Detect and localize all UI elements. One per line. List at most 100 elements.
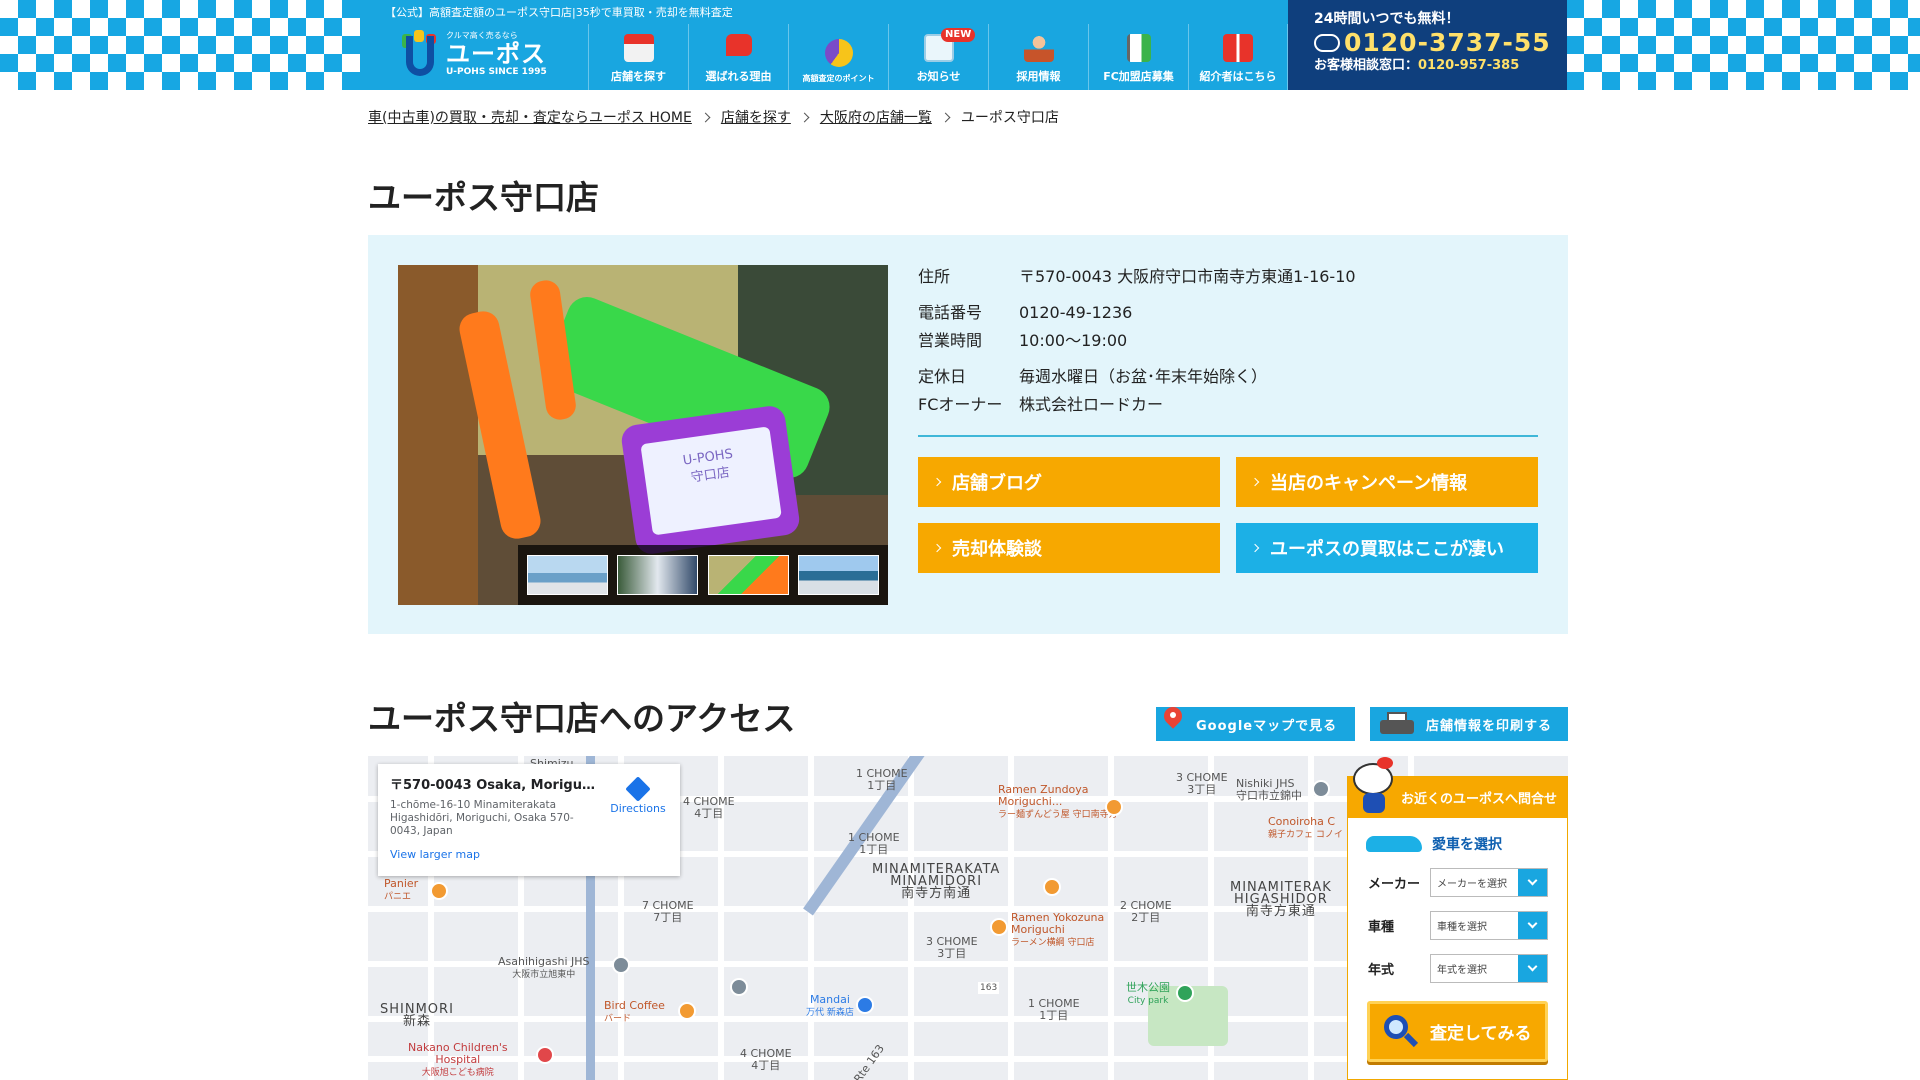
nav-label: FC加盟店募集 — [1103, 70, 1174, 83]
header-tagline: 【公式】高額査定額のユーポス守口店|35秒で車買取・売却を無料査定 — [385, 6, 733, 19]
thumbnail[interactable] — [526, 555, 608, 595]
chevron-right-icon — [799, 112, 810, 122]
nav-label: 高額査定のポイント — [802, 74, 875, 83]
thumbnail[interactable] — [707, 555, 789, 595]
nav-item-appraisal-points[interactable]: 高額査定のポイント — [788, 24, 888, 90]
speech-bubble-icon — [725, 34, 752, 56]
hello-kitty-mascot — [1353, 757, 1397, 815]
cafe-icon — [678, 1002, 696, 1020]
appraise-button[interactable]: 査定してみる — [1367, 1001, 1548, 1062]
upohs-strengths-button[interactable]: ユーポスの買取はここが凄い — [1236, 523, 1538, 573]
flag-icon — [1126, 34, 1151, 62]
photo-thumbnails — [518, 545, 888, 605]
nav-item-find-store[interactable]: 店舗を探す — [588, 24, 688, 90]
map-pin-icon — [1160, 703, 1186, 733]
chevron-right-icon — [932, 477, 942, 487]
page-title: ユーポス守口店 — [368, 178, 599, 217]
nav-label: 採用情報 — [1016, 70, 1061, 83]
model-select[interactable]: 車種を選択 — [1430, 911, 1548, 940]
breadcrumb-home[interactable]: 車(中古車)の買取・売却・査定ならユーポス HOME — [368, 107, 692, 127]
drawing-board: U-POHS 守口店 — [619, 404, 802, 556]
breadcrumb: 車(中古車)の買取・売却・査定ならユーポス HOME 店舗を探す 大阪府の店舗一… — [368, 107, 1059, 127]
recruit-icon — [1023, 34, 1054, 62]
phone-number: 0120-3737-55 — [1344, 28, 1551, 57]
chevron-right-icon — [1250, 477, 1260, 487]
view-larger-map-link[interactable]: View larger map — [390, 848, 668, 861]
car-icon — [1366, 836, 1422, 852]
map-card-address: 1-chōme-16-10 Minamiterakata Higashidōri… — [390, 799, 574, 837]
store-details: 住所 〒570-0043 大阪府守口市南寺方東通1-16-10 電話番号 012… — [918, 265, 1538, 415]
widget-subtitle: 愛車を選択 — [1432, 837, 1502, 853]
chevron-down-icon — [1518, 912, 1547, 939]
breadcrumb-find-store[interactable]: 店舗を探す — [721, 107, 791, 127]
access-title: ユーポス守口店へのアクセス — [368, 699, 796, 738]
print-store-info-button[interactable]: 店舗情報を印刷する — [1370, 707, 1568, 741]
site-header: 【公式】高額査定額のユーポス守口店|35秒で車買取・売却を無料査定 クルマ高く売… — [0, 0, 1920, 90]
shopping-icon — [856, 996, 874, 1014]
freedial-icon — [1314, 34, 1340, 52]
chevron-right-icon — [932, 543, 942, 553]
school-icon — [730, 978, 748, 996]
detail-fc-owner: FCオーナー 株式会社ロードカー — [918, 395, 1164, 414]
store-info-panel: U-POHS 守口店 住所 〒570-0043 大阪府守口市南寺方東通1-16-… — [368, 235, 1568, 634]
logo-mark-icon — [402, 30, 440, 78]
maker-row: メーカー メーカーを選択 — [1368, 868, 1567, 897]
nav-label: 選ばれる理由 — [705, 70, 772, 83]
thumbnail[interactable] — [617, 555, 699, 595]
magnifier-icon — [1382, 1013, 1420, 1051]
store-icon — [623, 34, 654, 62]
hospital-icon — [536, 1046, 554, 1064]
appraisal-widget: お近くのユーポスへ問合せ 愛車を選択 メーカー メーカーを選択 車種 車種を選択… — [1347, 757, 1568, 1080]
detail-hours: 営業時間 10:00〜19:00 — [918, 331, 1128, 350]
phone-sub-label: お客様相談窓口： — [1314, 58, 1419, 73]
restaurant-icon — [1043, 878, 1061, 896]
logo-since: U-POHS SINCE 1995 — [446, 66, 547, 77]
breadcrumb-current: ユーポス守口店 — [960, 110, 1059, 126]
phone-box[interactable]: 24時間いつでも無料！ 0120-3737-55 お客様相談窓口：0120-95… — [1288, 0, 1567, 90]
chevron-right-icon — [700, 112, 711, 122]
phone-top: 24時間いつでも無料！ — [1314, 11, 1460, 27]
maker-select[interactable]: メーカーを選択 — [1430, 868, 1548, 897]
site-logo[interactable]: クルマ高く売るなら ユーポス U-POHS SINCE 1995 — [402, 26, 562, 82]
directions-button[interactable]: Directions — [608, 776, 668, 815]
nav-item-news[interactable]: NEW お知らせ — [888, 24, 988, 90]
school-icon — [1312, 780, 1330, 798]
campaign-button[interactable]: 当店のキャンペーン情報 — [1236, 457, 1538, 507]
logo-main: ユーポス — [446, 39, 546, 68]
store-photo[interactable]: U-POHS 守口店 — [398, 265, 888, 605]
nav-label: 店舗を探す — [611, 70, 666, 83]
store-blog-button[interactable]: 店舗ブログ — [918, 457, 1220, 507]
nav-item-fc-recruit[interactable]: FC加盟店募集 — [1088, 24, 1188, 90]
chevron-down-icon — [1518, 955, 1547, 982]
breadcrumb-osaka-list[interactable]: 大阪府の店舗一覧 — [820, 107, 932, 127]
google-maps-button[interactable]: Googleマップで見る — [1156, 703, 1355, 741]
map-info-card: 〒570-0043 Osaka, Moriguchi,... 1-chōme-1… — [378, 764, 680, 876]
chevron-down-icon — [1518, 869, 1547, 896]
restaurant-icon — [430, 882, 448, 900]
year-row: 年式 年式を選択 — [1368, 954, 1567, 983]
park-icon — [1176, 984, 1194, 1002]
logo-sub: クルマ高く売るなら — [446, 30, 518, 40]
chevron-right-icon — [940, 112, 951, 122]
sale-experience-button[interactable]: 売却体験談 — [918, 523, 1220, 573]
restaurant-icon — [1105, 798, 1123, 816]
nav-item-reasons[interactable]: 選ばれる理由 — [688, 24, 788, 90]
gift-icon — [1223, 34, 1253, 62]
phone-sub-number: 0120-957-385 — [1418, 58, 1520, 73]
details-divider — [918, 435, 1538, 437]
thumbnail[interactable] — [798, 555, 880, 595]
year-select[interactable]: 年式を選択 — [1430, 954, 1548, 983]
school-icon — [612, 956, 630, 974]
restaurant-icon — [990, 918, 1008, 936]
nav-item-referral[interactable]: 紹介者はこちら — [1188, 24, 1288, 90]
model-row: 車種 車種を選択 — [1368, 911, 1567, 940]
map-card-title: 〒570-0043 Osaka, Moriguchi,... — [390, 778, 595, 793]
coin-icon — [824, 39, 853, 67]
directions-icon — [625, 776, 651, 802]
chevron-right-icon — [1250, 543, 1260, 553]
nav-label: 紹介者はこちら — [1199, 70, 1277, 83]
detail-address: 住所 〒570-0043 大阪府守口市南寺方東通1-16-10 — [918, 267, 1356, 286]
detail-holiday: 定休日 毎週水曜日（お盆･年末年始除く） — [918, 367, 1268, 386]
nav-item-recruit[interactable]: 採用情報 — [988, 24, 1088, 90]
nav-label: お知らせ — [916, 70, 961, 83]
